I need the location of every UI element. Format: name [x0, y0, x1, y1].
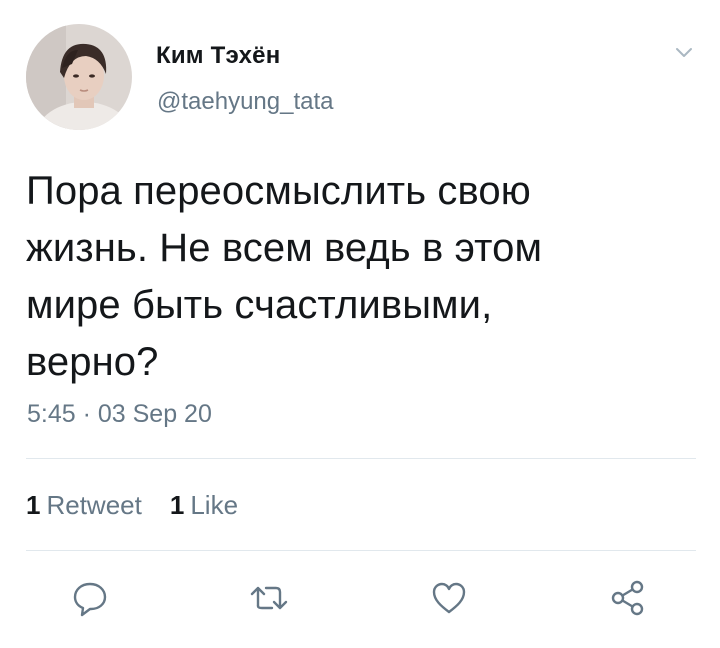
tweet-text: Пора переосмыслить свою жизнь. Не всем в… — [26, 163, 686, 391]
tweet-text-line: мире быть счастливыми, — [26, 283, 493, 327]
avatar[interactable] — [26, 24, 132, 130]
retweet-icon — [250, 586, 288, 610]
tweet-text-line: жизнь. Не всем ведь в этом — [26, 226, 543, 270]
retweet-count-label: Retweet — [46, 490, 142, 520]
divider — [26, 550, 696, 551]
share-button[interactable] — [606, 576, 650, 620]
reply-icon — [73, 582, 107, 617]
action-bar — [0, 572, 720, 628]
tweet-text-line: верно? — [26, 340, 159, 384]
like-button[interactable] — [427, 576, 471, 620]
user-handle[interactable]: @taehyung_tata — [157, 88, 334, 116]
like-count: 1 — [169, 490, 185, 520]
retweet-button[interactable] — [247, 576, 291, 620]
like-count-link[interactable]: 1 Like — [170, 490, 238, 521]
tweet-text-line: Пора переосмыслить свою — [26, 169, 531, 213]
avatar-photo — [26, 24, 132, 130]
retweet-count-link[interactable]: 1 Retweet — [26, 490, 142, 521]
like-icon — [432, 582, 466, 614]
tweet-timestamp[interactable]: 5:45 · 03 Sep 20 — [27, 400, 212, 429]
retweet-count: 1 — [26, 490, 41, 520]
tweet-card: Ким Тэхён @taehyung_tata Пора переосмысл… — [0, 0, 720, 648]
like-count-label: Like — [190, 490, 239, 520]
reply-button[interactable] — [68, 576, 112, 620]
tweet-stats: 1 Retweet 1 Like — [26, 490, 238, 521]
share-icon — [611, 580, 644, 616]
display-name[interactable]: Ким Тэхён — [156, 42, 280, 70]
divider — [26, 458, 696, 459]
chevron-down-icon[interactable] — [672, 40, 696, 64]
